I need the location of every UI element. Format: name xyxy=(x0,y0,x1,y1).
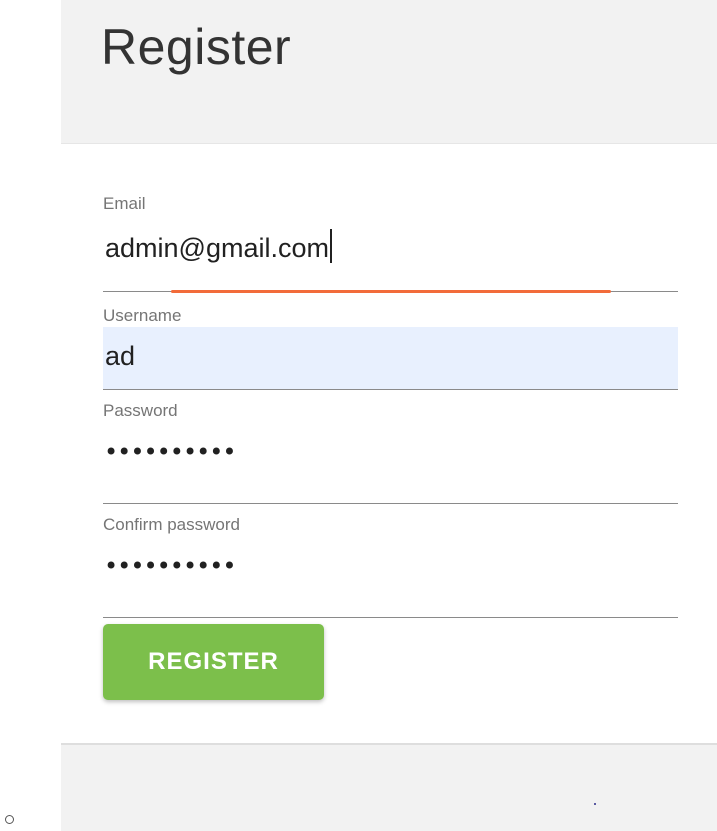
password-value: •••••••••• xyxy=(104,438,237,466)
page: Register Email admin@gmail.com Username … xyxy=(0,0,717,831)
username-label: Username xyxy=(103,306,182,325)
footer-dot xyxy=(594,803,596,805)
confirm-password-value: •••••••••• xyxy=(104,552,237,580)
register-button[interactable]: REGISTER xyxy=(103,624,324,700)
focus-underline xyxy=(171,290,611,293)
register-card: Register Email admin@gmail.com Username … xyxy=(61,0,717,831)
email-label: Email xyxy=(103,194,146,213)
confirm-password-field[interactable]: •••••••••• xyxy=(103,536,678,618)
username-field-group: Username ad xyxy=(103,305,678,390)
card-footer xyxy=(61,743,717,831)
password-field-group: Password •••••••••• xyxy=(103,400,678,504)
confirm-password-field-group: Confirm password •••••••••• xyxy=(103,514,678,618)
username-field[interactable]: ad xyxy=(103,327,678,390)
username-value: ad xyxy=(105,341,136,371)
register-form: Email admin@gmail.com Username ad Passwo… xyxy=(103,193,678,618)
text-caret xyxy=(329,229,332,263)
email-field[interactable]: admin@gmail.com xyxy=(103,215,678,293)
email-field-group: Email admin@gmail.com xyxy=(103,193,678,293)
page-title: Register xyxy=(101,19,292,75)
confirm-password-label: Confirm password xyxy=(103,515,240,534)
circle-icon xyxy=(5,815,14,824)
email-value: admin@gmail.com xyxy=(105,229,332,264)
card-header: Register xyxy=(61,0,717,144)
password-field[interactable]: •••••••••• xyxy=(103,422,678,504)
password-label: Password xyxy=(103,401,178,420)
